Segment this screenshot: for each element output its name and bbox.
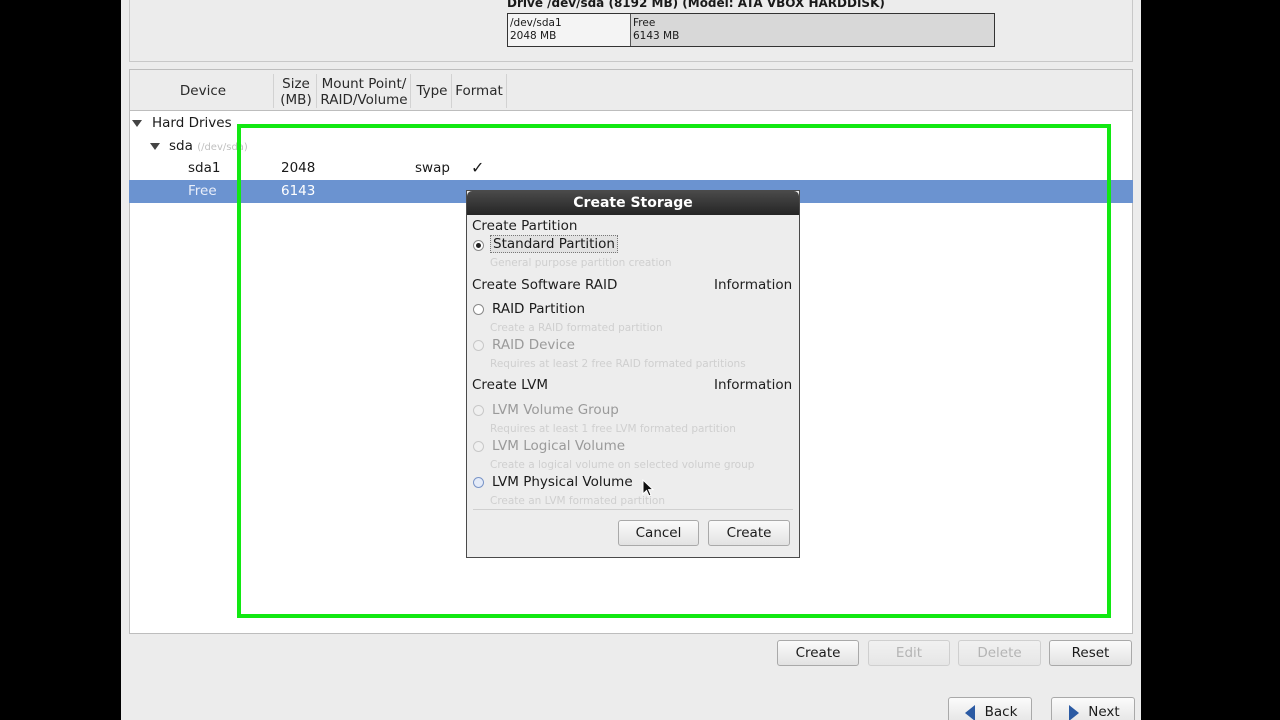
segment-size: 2048 MB bbox=[510, 30, 557, 42]
col-mount-line1: Mount Point/ bbox=[321, 76, 407, 92]
col-mount-point[interactable]: Mount Point/ RAID/Volume bbox=[319, 76, 409, 108]
table-header: Device Size (MB) Mount Point/ RAID/Volum… bbox=[129, 69, 1133, 111]
dialog-create-button[interactable]: Create bbox=[708, 520, 790, 546]
create-button[interactable]: Create bbox=[777, 640, 859, 666]
col-divider bbox=[273, 74, 274, 108]
arrow-left-icon bbox=[965, 705, 975, 720]
option-label: Standard Partition bbox=[490, 235, 618, 253]
option-lvm-physical-volume[interactable]: LVM Physical Volume bbox=[492, 474, 633, 490]
col-size-line1: Size bbox=[282, 76, 310, 92]
radio-lvm-physical-volume[interactable] bbox=[473, 477, 484, 488]
col-divider bbox=[451, 74, 452, 108]
option-lvm-logical-volume: LVM Logical Volume bbox=[492, 438, 626, 454]
section-create-lvm: Create LVM bbox=[472, 377, 549, 393]
lvm-logical-volume-desc: Create a logical volume on selected volu… bbox=[490, 459, 755, 471]
option-raid-partition[interactable]: RAID Partition bbox=[492, 301, 585, 317]
col-size-line2: (MB) bbox=[280, 92, 312, 108]
raid-device-desc: Requires at least 2 free RAID formated p… bbox=[490, 358, 746, 370]
col-type[interactable]: Type bbox=[413, 83, 451, 99]
radio-lvm-logical-volume bbox=[473, 441, 484, 452]
segment-name: Free bbox=[633, 17, 656, 29]
lvm-physical-volume-desc: Create an LVM formated partition bbox=[490, 495, 665, 507]
section-create-partition: Create Partition bbox=[472, 218, 578, 234]
create-storage-dialog: Create Storage Create Partition Standard… bbox=[466, 190, 800, 558]
col-size[interactable]: Size (MB) bbox=[276, 76, 316, 108]
back-button[interactable]: Back bbox=[948, 697, 1032, 720]
col-device[interactable]: Device bbox=[170, 83, 236, 99]
radio-raid-device bbox=[473, 340, 484, 351]
drive-title: Drive /dev/sda (8192 MB) (Model: ATA VBO… bbox=[507, 0, 885, 10]
col-divider bbox=[410, 74, 411, 108]
dialog-cancel-button[interactable]: Cancel bbox=[618, 520, 699, 546]
option-lvm-volume-group: LVM Volume Group bbox=[492, 402, 619, 418]
dialog-separator bbox=[473, 509, 793, 510]
drive-segment-free[interactable]: Free 6143 MB bbox=[631, 14, 994, 46]
radio-standard-partition[interactable] bbox=[473, 240, 484, 251]
radio-raid-partition[interactable] bbox=[473, 304, 484, 315]
row-device: sda1 bbox=[188, 160, 221, 176]
col-divider bbox=[316, 74, 317, 108]
dialog-title: Create Storage bbox=[467, 191, 799, 215]
reset-button[interactable]: Reset bbox=[1049, 640, 1132, 666]
col-mount-line2: RAID/Volume bbox=[320, 92, 408, 108]
option-standard-partition[interactable]: Standard Partition bbox=[490, 235, 618, 253]
next-button[interactable]: Next bbox=[1051, 697, 1135, 720]
drive-usage-bar: /dev/sda1 2048 MB Free 6143 MB bbox=[507, 13, 995, 47]
expand-hard-drives-icon[interactable] bbox=[132, 120, 142, 127]
section-create-raid: Create Software RAID bbox=[472, 277, 618, 293]
mouse-cursor-icon bbox=[642, 479, 654, 497]
segment-size: 6143 MB bbox=[633, 30, 680, 42]
lvm-volume-group-desc: Requires at least 1 free LVM formated pa… bbox=[490, 423, 736, 435]
edit-button[interactable]: Edit bbox=[868, 640, 950, 666]
delete-button[interactable]: Delete bbox=[958, 640, 1041, 666]
col-format[interactable]: Format bbox=[454, 83, 504, 99]
lvm-information-label: Information bbox=[714, 377, 793, 393]
drive-segment-sda1[interactable]: /dev/sda1 2048 MB bbox=[508, 14, 631, 46]
expand-sda-icon[interactable] bbox=[150, 143, 160, 150]
option-raid-device: RAID Device bbox=[492, 337, 575, 353]
tree-sda-label: sda bbox=[169, 138, 193, 154]
tree-hard-drives[interactable]: Hard Drives bbox=[152, 115, 232, 131]
row-device: Free bbox=[188, 183, 217, 199]
segment-name: /dev/sda1 bbox=[510, 17, 562, 29]
standard-partition-desc: General purpose partition creation bbox=[490, 257, 672, 269]
installer-screen: Drive /dev/sda (8192 MB) (Model: ATA VBO… bbox=[121, 0, 1141, 720]
raid-partition-desc: Create a RAID formated partition bbox=[490, 322, 663, 334]
radio-lvm-volume-group bbox=[473, 405, 484, 416]
arrow-right-icon bbox=[1069, 705, 1079, 720]
raid-information-label: Information bbox=[714, 277, 793, 293]
col-divider bbox=[506, 74, 507, 108]
